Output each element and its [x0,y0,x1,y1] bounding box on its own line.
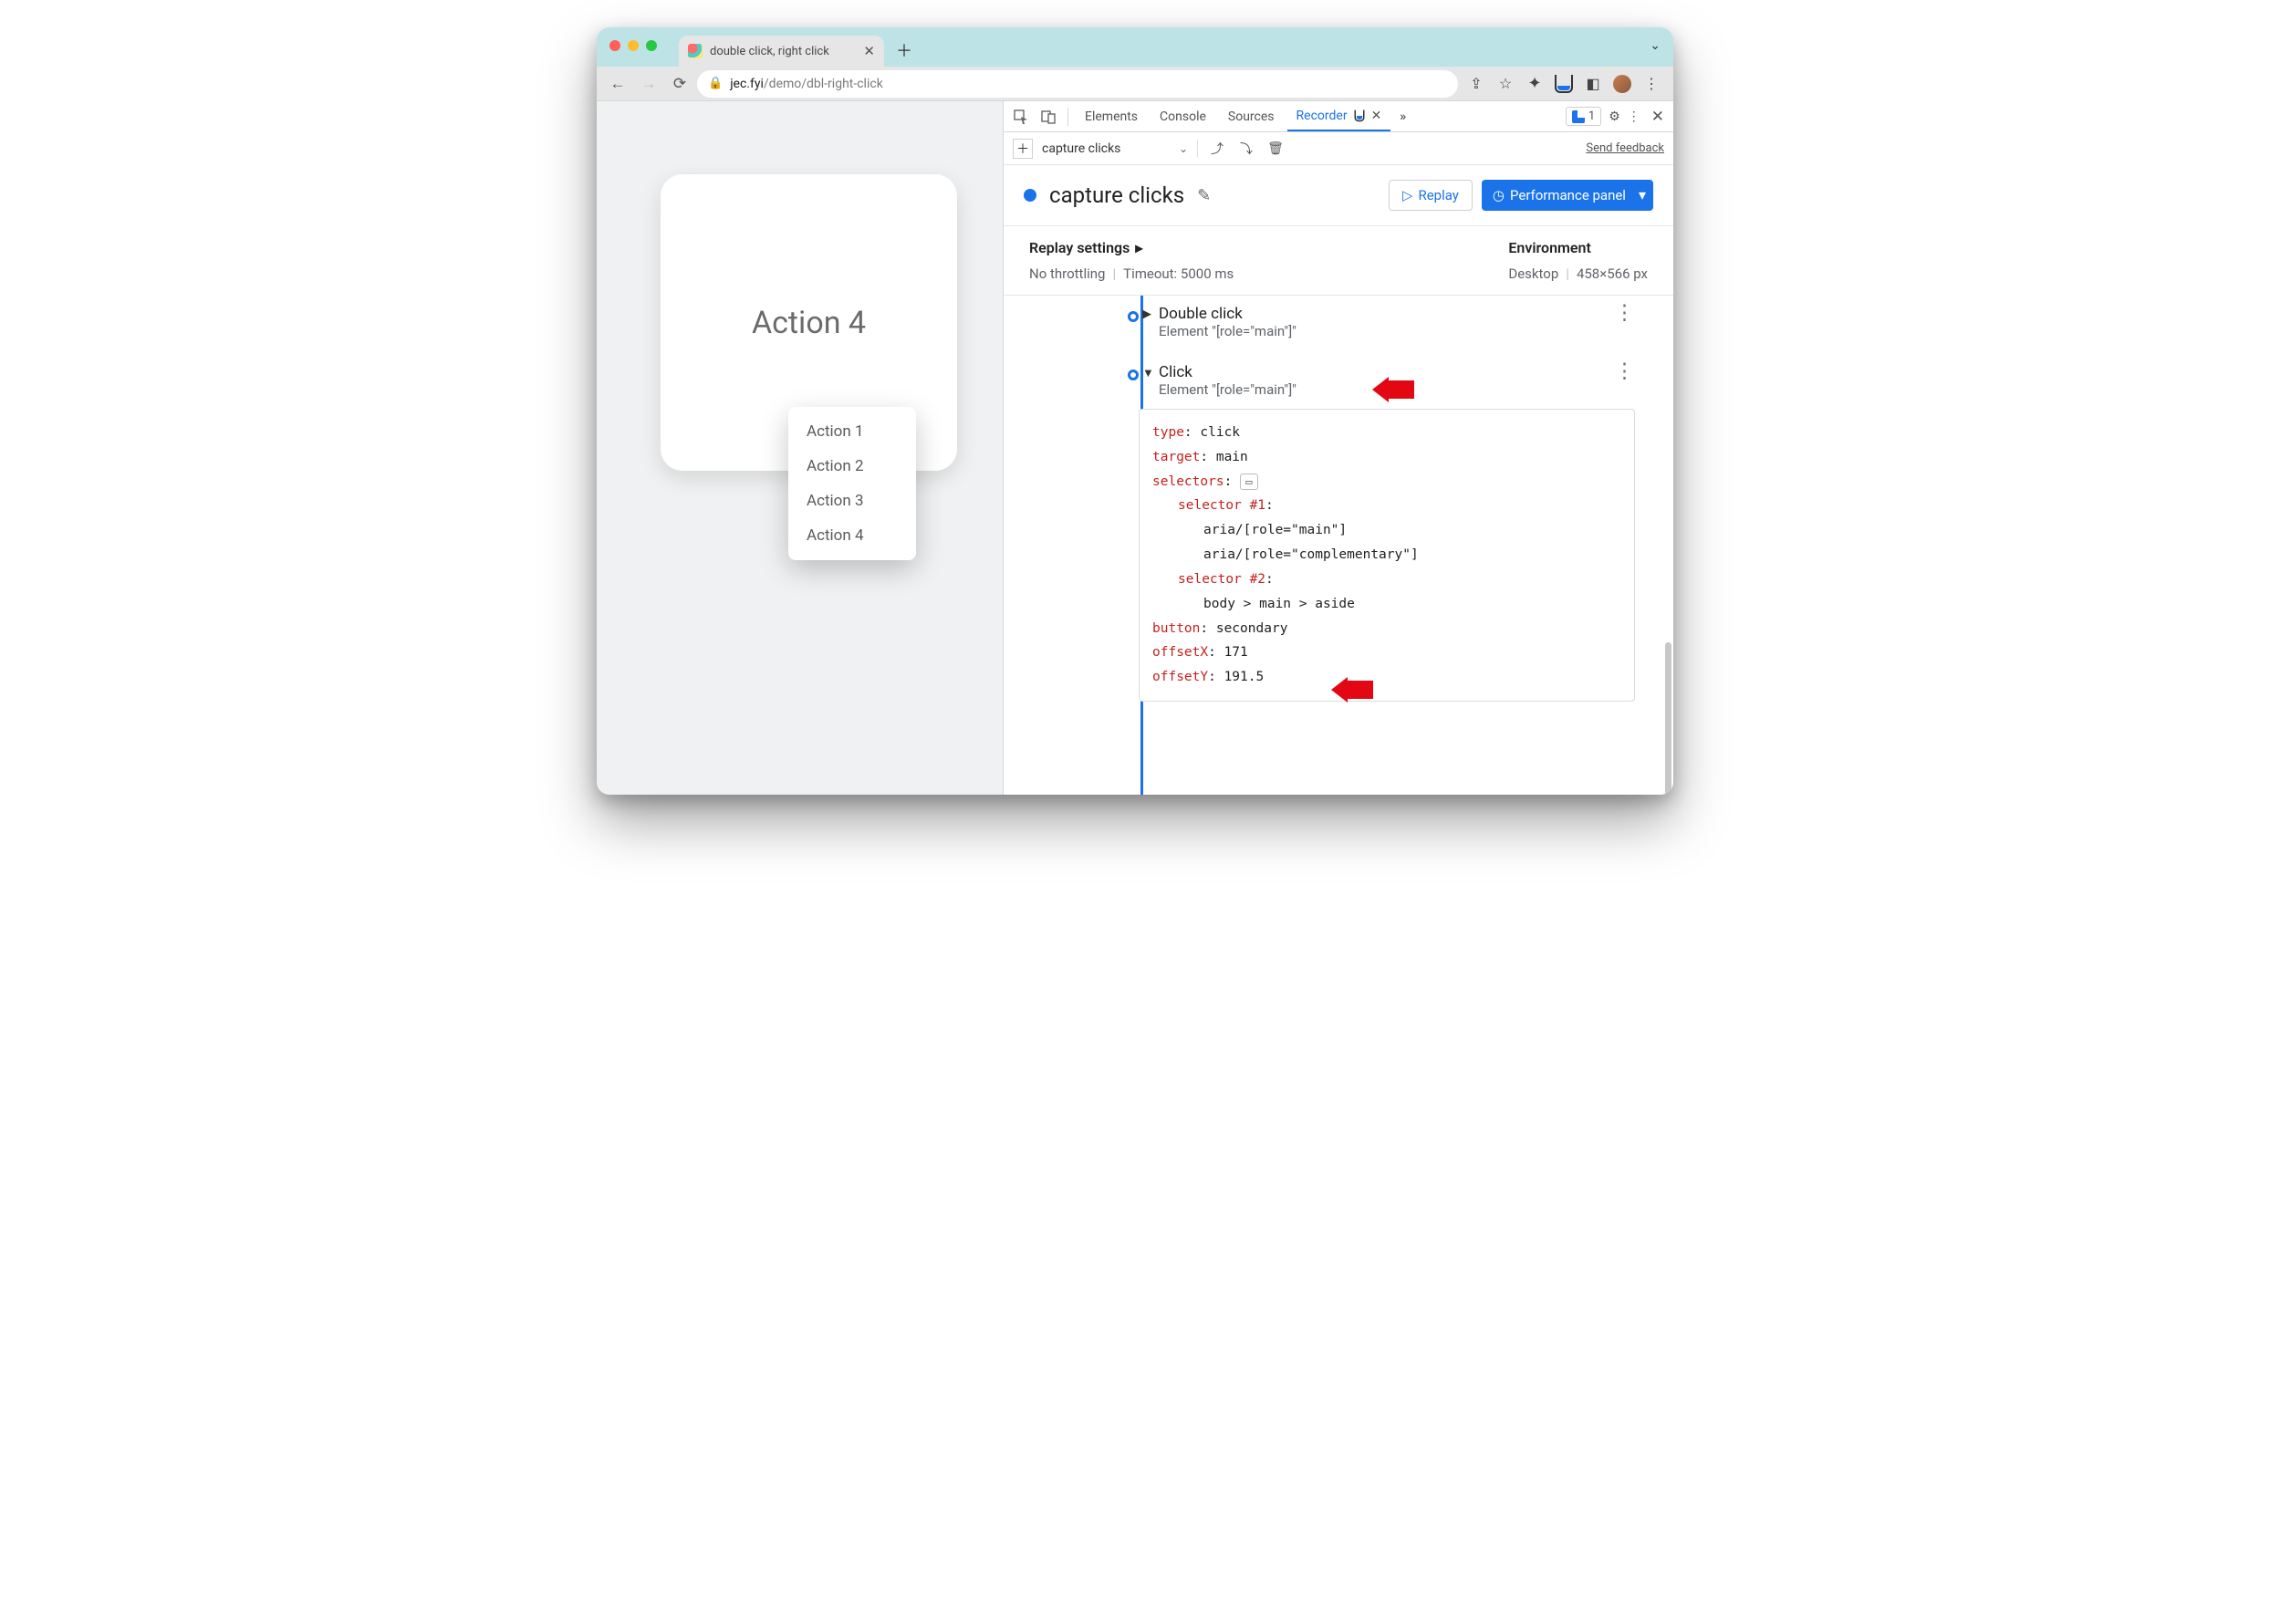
expand-icon[interactable]: ▶ [1142,307,1151,321]
window-controls[interactable] [609,40,657,51]
recording-selector-label: capture clicks [1042,141,1120,156]
delete-icon[interactable]: 🗑 [1265,141,1286,156]
profile-avatar[interactable] [1613,75,1631,93]
performance-panel-label: Performance panel [1510,187,1626,203]
share-icon[interactable]: ⇪ [1467,75,1485,93]
context-menu-item[interactable]: Action 2 [788,449,916,484]
context-menu-item[interactable]: Action 3 [788,484,916,518]
issues-badge[interactable]: 1 [1566,107,1601,126]
tabs-overflow-icon[interactable]: ⌄ [1650,38,1661,53]
flask-icon [1354,109,1364,121]
tab-title: double click, right click [710,45,856,58]
edit-name-icon[interactable]: ✎ [1197,186,1211,205]
lock-icon: 🔒 [708,77,723,90]
toolbar: ← → ⟳ 🔒 jec.fyi/demo/dbl-right-click ⇪ ☆… [597,67,1673,101]
favicon-icon [688,44,703,58]
experiments-icon[interactable] [1555,75,1573,93]
env-device: Desktop [1508,265,1558,282]
replay-button-label: Replay [1418,187,1458,203]
browser-window: double click, right click ✕ ＋ ⌄ ← → ⟳ 🔒 … [597,27,1673,795]
tab-close-icon[interactable]: ✕ [1371,109,1382,123]
devtools-menu-icon[interactable]: ⋮ [1628,109,1640,124]
performance-panel-button[interactable]: ◷ Performance panel [1482,180,1637,211]
gauge-icon: ◷ [1493,187,1505,203]
step-double-click[interactable]: ▶ Double click Element "[role="main"]" ⋮ [1131,305,1646,339]
device-toggle-icon[interactable] [1036,109,1060,124]
context-menu[interactable]: Action 1 Action 2 Action 3 Action 4 [788,407,916,560]
minimize-window-icon[interactable] [628,40,639,51]
tab-console[interactable]: Console [1151,101,1215,131]
recording-header: capture clicks ✎ ▷ Replay ◷ Performance … [1004,165,1673,225]
performance-panel-dropdown[interactable]: ▾ [1631,180,1653,211]
import-icon[interactable]: ⤵ [1236,140,1256,158]
extensions-icon[interactable]: ✦ [1525,75,1544,93]
browser-tab[interactable]: double click, right click ✕ [679,36,884,67]
tab-recorder-label: Recorder [1296,109,1348,123]
timeline: ▶ Double click Element "[role="main"]" ⋮ [1004,296,1673,795]
new-tab-button[interactable]: ＋ [891,37,917,63]
reload-button[interactable]: ⟳ [666,70,693,98]
side-panel-icon[interactable]: ◧ [1584,75,1602,93]
step-menu-icon[interactable]: ⋮ [1601,359,1646,383]
step-title: Click [1159,363,1296,381]
step-details-panel: type: click target: main selectors: ▭ se… [1139,409,1635,702]
titlebar: double click, right click ✕ ＋ ⌄ [597,27,1673,67]
step-click[interactable]: ▼ Click Element "[role="main"]" ⋮ type: … [1131,363,1646,702]
timeout-value: Timeout: 5000 ms [1123,265,1234,282]
tab-elements[interactable]: Elements [1076,101,1147,131]
element-picker-icon[interactable]: ▭ [1240,474,1258,490]
chevron-right-icon: ▸ [1135,239,1142,256]
step-subtitle: Element "[role="main"]" [1159,323,1296,339]
replay-settings-heading[interactable]: Replay settings ▸ [1029,239,1234,256]
step-subtitle: Element "[role="main"]" [1159,381,1296,398]
context-menu-item[interactable]: Action 4 [788,518,916,553]
step-title: Double click [1159,305,1296,323]
address-bar[interactable]: 🔒 jec.fyi/demo/dbl-right-click [697,70,1458,98]
devtools-tabstrip: Elements Console Sources Recorder ✕ » 1 … [1004,101,1673,132]
demo-card-label: Action 4 [752,305,866,341]
settings-icon[interactable]: ⚙ [1609,109,1620,124]
issues-count: 1 [1588,109,1595,123]
chevron-down-icon: ⌄ [1179,142,1188,155]
environment-heading: Environment [1508,239,1648,256]
inspect-icon[interactable] [1009,109,1033,124]
maximize-window-icon[interactable] [646,40,657,51]
tab-sources[interactable]: Sources [1219,101,1284,131]
tab-close-icon[interactable]: ✕ [863,43,875,59]
issues-icon [1572,110,1585,123]
content-area: Action 4 Action 1 Action 2 Action 3 Acti… [597,101,1673,795]
recording-name: capture clicks [1049,182,1184,208]
scrollbar[interactable] [1665,642,1671,795]
export-icon[interactable]: ⤴ [1207,140,1227,158]
throttling-value: No throttling [1029,265,1105,282]
send-feedback-link[interactable]: Send feedback [1586,141,1664,155]
forward-button[interactable]: → [635,70,662,98]
back-button[interactable]: ← [604,70,631,98]
rendered-page[interactable]: Action 4 Action 1 Action 2 Action 3 Acti… [597,101,1003,795]
recording-status-icon [1024,189,1036,202]
recording-settings: Replay settings ▸ No throttling | Timeou… [1004,226,1673,295]
browser-menu-icon[interactable]: ⋮ [1642,75,1661,93]
env-viewport: 458×566 px [1577,265,1648,282]
replay-button[interactable]: ▷ Replay [1389,180,1473,211]
recording-selector[interactable]: capture clicks ⌄ [1042,141,1188,156]
more-tabs-icon[interactable]: » [1394,109,1411,124]
url-text: jec.fyi/demo/dbl-right-click [730,77,883,91]
devtools-close-icon[interactable]: ✕ [1648,108,1668,126]
tab-recorder[interactable]: Recorder ✕ [1287,101,1391,131]
context-menu-item[interactable]: Action 1 [788,414,916,449]
toolbar-icons: ⇪ ☆ ✦ ◧ ⋮ [1462,75,1666,93]
devtools-panel: Elements Console Sources Recorder ✕ » 1 … [1003,101,1673,795]
close-window-icon[interactable] [609,40,620,51]
play-icon: ▷ [1402,187,1413,203]
recorder-toolbar: ＋ capture clicks ⌄ ⤴ ⤵ 🗑 Send feedback [1004,132,1673,165]
step-menu-icon[interactable]: ⋮ [1601,300,1646,325]
collapse-icon[interactable]: ▼ [1142,366,1154,380]
bookmark-icon[interactable]: ☆ [1496,75,1515,93]
new-recording-button[interactable]: ＋ [1013,139,1033,159]
